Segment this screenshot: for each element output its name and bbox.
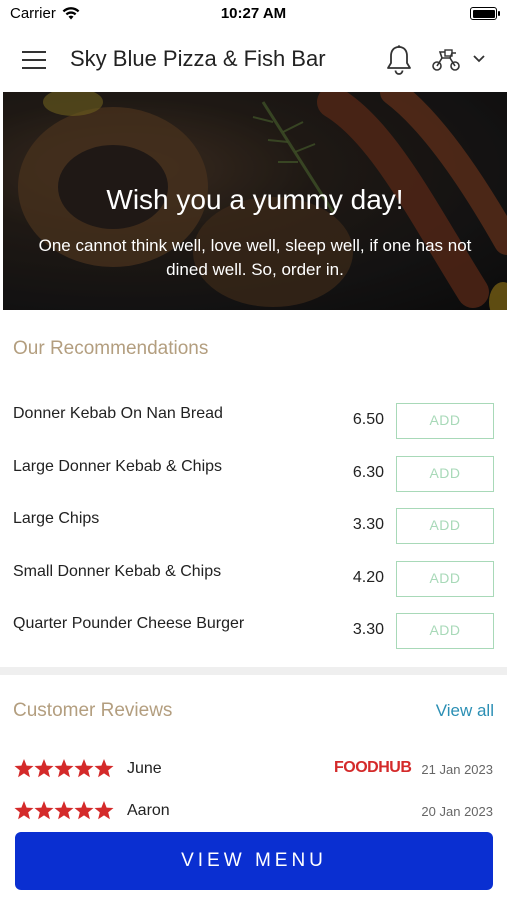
star-icon: [14, 801, 34, 820]
restaurant-title: Sky Blue Pizza & Fish Bar: [70, 46, 326, 71]
star-icon: [34, 759, 54, 778]
view-all-link[interactable]: View all: [436, 701, 494, 721]
recommendation-item: Large Chips 3.30 ADD: [0, 502, 507, 554]
clock: 10:27 AM: [220, 5, 287, 22]
star-icon: [94, 801, 114, 820]
reviewer-name: Aaron: [127, 802, 170, 819]
view-menu-button[interactable]: VIEW MENU: [15, 832, 493, 890]
bell-icon[interactable]: [384, 44, 414, 76]
battery-icon: [470, 7, 500, 20]
scooter-icon: [432, 49, 460, 71]
star-icon: [74, 801, 94, 820]
section-divider: [0, 667, 507, 675]
status-bar: Carrier 10:27 AM: [0, 0, 507, 30]
hero-tagline: One cannot think well, love well, sleep …: [38, 236, 472, 279]
review-row: June FOODHUB 21 Jan 2023: [0, 758, 507, 788]
star-rating: [14, 759, 114, 778]
item-price: 3.30: [352, 621, 384, 638]
star-icon: [54, 759, 74, 778]
review-date: 21 Jan 2023: [421, 762, 493, 777]
reviewer-name: June: [127, 760, 162, 777]
app-header: Sky Blue Pizza & Fish Bar: [0, 30, 507, 92]
item-name: Large Donner Kebab & Chips: [13, 458, 223, 475]
recommendation-item: Donner Kebab On Nan Bread 6.50 ADD: [0, 397, 507, 449]
add-button[interactable]: ADD: [396, 456, 494, 492]
item-name: Large Chips: [13, 510, 100, 527]
hamburger-menu-icon[interactable]: [22, 49, 48, 71]
review-date: 20 Jan 2023: [421, 804, 493, 819]
recommendation-item: Quarter Pounder Cheese Burger 3.30 ADD: [0, 607, 507, 659]
add-button[interactable]: ADD: [396, 613, 494, 649]
star-icon: [14, 759, 34, 778]
star-icon: [34, 801, 54, 820]
item-price: 3.30: [352, 516, 384, 533]
item-name: Quarter Pounder Cheese Burger: [13, 615, 245, 632]
review-row: Aaron 20 Jan 2023: [0, 800, 507, 830]
item-name: Small Donner Kebab & Chips: [13, 563, 222, 580]
item-name: Donner Kebab On Nan Bread: [13, 405, 223, 422]
delivery-mode-selector[interactable]: [430, 46, 494, 76]
star-icon: [74, 759, 94, 778]
review-source-logo: FOODHUB: [334, 759, 412, 776]
item-price: 6.50: [352, 411, 384, 428]
add-button[interactable]: ADD: [396, 508, 494, 544]
item-price: 6.30: [352, 464, 384, 481]
chevron-down-icon: [473, 55, 485, 63]
star-icon: [94, 759, 114, 778]
add-button[interactable]: ADD: [396, 403, 494, 439]
reviews-title: Customer Reviews: [13, 700, 173, 721]
add-button[interactable]: ADD: [396, 561, 494, 597]
recommendation-item: Large Donner Kebab & Chips 6.30 ADD: [0, 450, 507, 502]
star-rating: [14, 801, 114, 820]
recommendations-title: Our Recommendations: [13, 338, 209, 359]
recommendation-item: Small Donner Kebab & Chips 4.20 ADD: [0, 555, 507, 607]
item-price: 4.20: [352, 569, 384, 586]
hero-headline: Wish you a yummy day!: [106, 184, 404, 215]
hero-banner: Wish you a yummy day! One cannot think w…: [3, 92, 507, 310]
star-icon: [54, 801, 74, 820]
